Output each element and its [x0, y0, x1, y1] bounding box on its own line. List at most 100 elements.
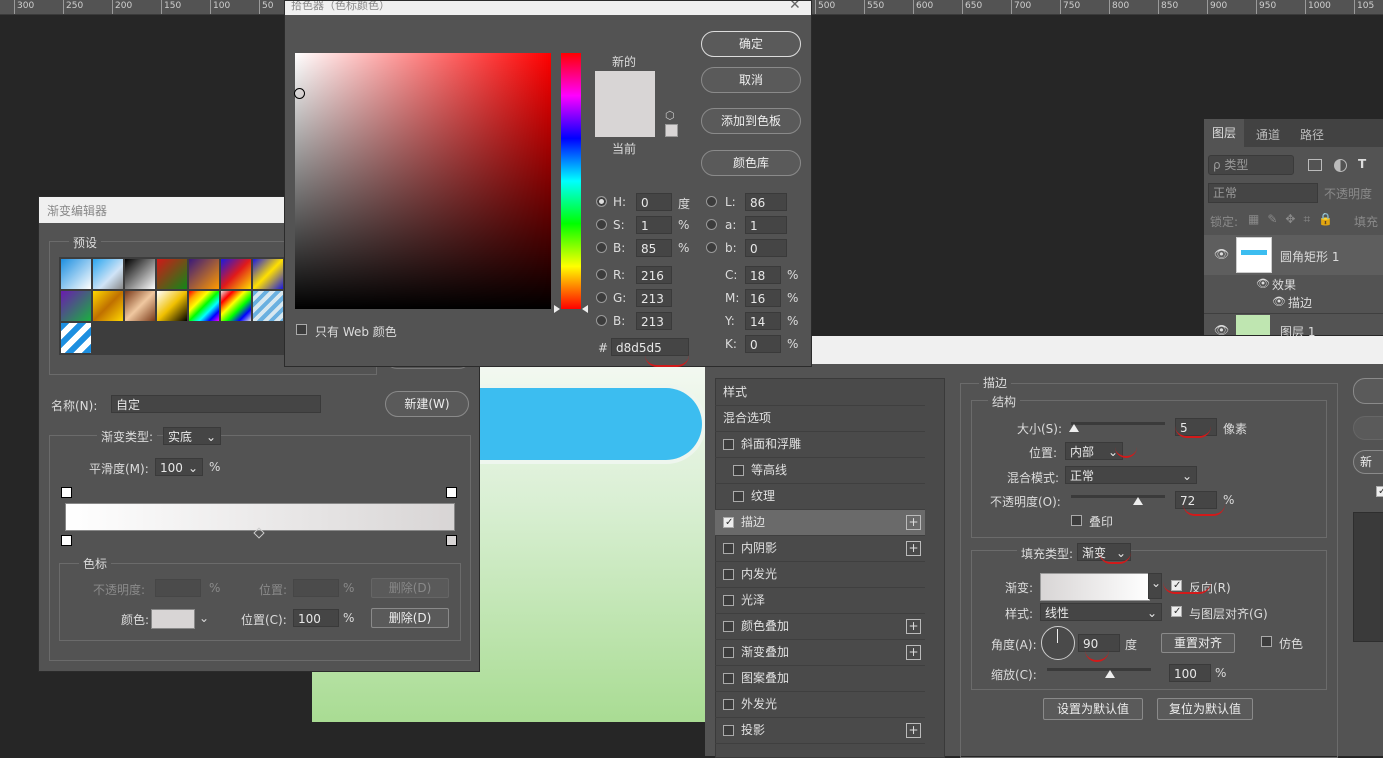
g-input[interactable]: 213 [636, 289, 672, 307]
blue-input[interactable]: 213 [636, 312, 672, 330]
size-slider-track[interactable] [1071, 422, 1165, 425]
preset-swatch[interactable] [61, 323, 91, 353]
lab-b-input[interactable]: 0 [745, 239, 787, 257]
preset-swatch[interactable] [189, 291, 219, 321]
gradient-type-select[interactable]: 实底 ⌄ [163, 427, 221, 445]
bevel-checkbox[interactable] [723, 439, 734, 450]
add-color-overlay-icon[interactable]: + [906, 619, 921, 634]
cancel-button-partial[interactable] [1353, 416, 1383, 440]
scale-slider-track[interactable] [1047, 668, 1151, 671]
r-input[interactable]: 216 [636, 266, 672, 284]
opacity-slider-track[interactable] [1071, 495, 1165, 498]
gradient-swatch[interactable] [1040, 573, 1150, 601]
add-stroke-icon[interactable]: + [906, 515, 921, 530]
preset-swatch[interactable] [61, 291, 91, 321]
color-stop-right[interactable] [446, 535, 457, 546]
style-item-drop-shadow[interactable]: 投影 + [715, 718, 925, 744]
cancel-button[interactable]: 取消 [701, 67, 801, 93]
style-item-bevel[interactable]: 斜面和浮雕 [715, 432, 925, 458]
gradient-ramp[interactable] [65, 503, 455, 531]
inner-glow-checkbox[interactable] [723, 569, 734, 580]
stroke-eye-icon[interactable]: 👁 [1272, 295, 1286, 308]
hue-slider-left-arrow[interactable] [554, 305, 560, 313]
preset-swatch[interactable] [157, 259, 187, 289]
ok-button[interactable]: 确定 [701, 31, 801, 57]
smoothness-input[interactable]: 100 ⌄ [155, 458, 203, 476]
set-default-button[interactable]: 设置为默认值 [1043, 698, 1143, 720]
satin-checkbox[interactable] [723, 595, 734, 606]
add-inner-shadow-icon[interactable]: + [906, 541, 921, 556]
l-input[interactable]: 86 [745, 193, 787, 211]
style-item-styles[interactable]: 样式 [715, 380, 925, 406]
cube-icon[interactable]: ⬡ [665, 109, 675, 122]
layer2-eye-icon[interactable]: 👁 [1214, 323, 1229, 337]
add-to-swatches-button[interactable]: 添加到色板 [701, 108, 801, 134]
style-item-outer-glow[interactable]: 外发光 [715, 692, 925, 718]
b-input[interactable]: 85 [636, 239, 672, 257]
preset-swatch[interactable] [221, 291, 251, 321]
style-item-pattern-overlay[interactable]: 图案叠加 [715, 666, 925, 692]
dither-checkbox[interactable] [1261, 636, 1272, 647]
color-libraries-button[interactable]: 颜色库 [701, 150, 801, 176]
visibility-eye-icon[interactable]: 👁 [1214, 247, 1229, 261]
s-input[interactable]: 1 [636, 216, 672, 234]
color-field[interactable] [295, 53, 551, 309]
overprint-checkbox[interactable] [1071, 515, 1082, 526]
adjustment-filter-icon[interactable] [1334, 159, 1347, 172]
scale-input[interactable]: 100 [1169, 664, 1211, 682]
type-filter-icon[interactable]: T [1358, 157, 1366, 171]
presets-grid[interactable] [59, 257, 313, 355]
reset-default-button[interactable]: 复位为默认值 [1157, 698, 1253, 720]
pattern-overlay-checkbox[interactable] [723, 673, 734, 684]
l-radio[interactable] [706, 196, 717, 207]
b-radio[interactable] [596, 242, 607, 253]
add-drop-shadow-icon[interactable]: + [906, 723, 921, 738]
delete-color-stop-button[interactable]: 删除(D) [371, 608, 449, 628]
h-radio[interactable] [596, 196, 607, 207]
tab-layers[interactable]: 图层 [1204, 119, 1244, 147]
opacity-stop-right[interactable] [446, 487, 457, 498]
web-only-checkbox[interactable] [296, 324, 307, 335]
preview-checkbox[interactable] [1376, 486, 1383, 497]
new-style-button-partial[interactable]: 新 [1353, 450, 1383, 474]
preset-swatch[interactable] [221, 259, 251, 289]
y-input[interactable]: 14 [745, 312, 781, 330]
hue-slider[interactable] [561, 53, 581, 309]
style-item-gradient-overlay[interactable]: 渐变叠加 + [715, 640, 925, 666]
align-layer-checkbox[interactable] [1171, 606, 1182, 617]
style-item-blending[interactable]: 混合选项 [715, 406, 925, 432]
color-overlay-checkbox[interactable] [723, 621, 734, 632]
contour-checkbox[interactable] [733, 465, 744, 476]
k-input[interactable]: 0 [745, 335, 781, 353]
s-radio[interactable] [596, 219, 607, 230]
style-item-inner-shadow[interactable]: 内阴影 + [715, 536, 925, 562]
chevron-down-icon[interactable]: ⌄ [199, 611, 209, 625]
g-radio[interactable] [596, 292, 607, 303]
tab-paths[interactable]: 路径 [1300, 126, 1324, 143]
blend-mode-select[interactable]: 正常 [1208, 183, 1318, 203]
a-radio[interactable] [706, 219, 717, 230]
new-gradient-button[interactable]: 新建(W) [385, 391, 469, 417]
m-input[interactable]: 16 [745, 289, 781, 307]
blue-radio[interactable] [596, 315, 607, 326]
preset-swatch[interactable] [125, 291, 155, 321]
drop-shadow-checkbox[interactable] [723, 725, 734, 736]
gradient-name-input[interactable]: 自定 [111, 395, 321, 413]
stroke-effect-label[interactable]: 描边 [1288, 294, 1312, 311]
stroke-checkbox[interactable] [723, 517, 734, 528]
preset-swatch[interactable] [157, 291, 187, 321]
preset-swatch[interactable] [93, 291, 123, 321]
ok-button-partial[interactable] [1353, 378, 1383, 404]
h-input[interactable]: 0 [636, 193, 672, 211]
style-item-color-overlay[interactable]: 颜色叠加 + [715, 614, 925, 640]
opacity-slider-thumb[interactable] [1133, 497, 1143, 505]
style-item-stroke[interactable]: 描边 + [715, 510, 925, 536]
preset-swatch[interactable] [93, 259, 123, 289]
style-select[interactable]: 线性 ⌄ [1040, 603, 1162, 621]
opacity-stop-left[interactable] [61, 487, 72, 498]
blend-mode-dropdown[interactable]: 正常 ⌄ [1065, 466, 1197, 484]
angle-dial[interactable] [1041, 626, 1075, 660]
layer-filter-select[interactable]: ρ 类型 [1208, 155, 1294, 175]
effects-eye-icon[interactable]: 👁 [1256, 277, 1270, 290]
stop-opacity-input[interactable] [155, 579, 201, 597]
